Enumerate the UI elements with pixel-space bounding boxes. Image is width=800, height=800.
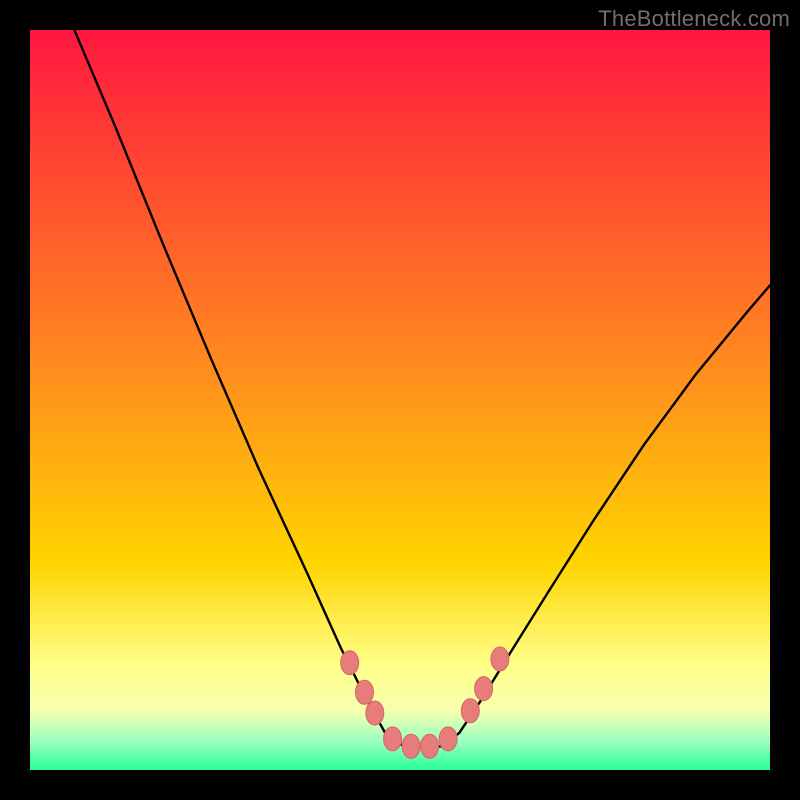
curve-marker [366, 701, 384, 725]
plot-area [30, 30, 770, 770]
gradient-background [30, 30, 770, 770]
outer-frame: TheBottleneck.com [0, 0, 800, 800]
chart-svg [30, 30, 770, 770]
curve-marker [461, 699, 479, 723]
curve-marker [439, 727, 457, 751]
curve-marker [384, 727, 402, 751]
curve-marker [356, 680, 374, 704]
curve-marker [421, 734, 439, 758]
curve-marker [402, 734, 420, 758]
curve-marker [341, 651, 359, 675]
curve-marker [475, 677, 493, 701]
watermark-text: TheBottleneck.com [598, 6, 790, 32]
curve-marker [491, 647, 509, 671]
